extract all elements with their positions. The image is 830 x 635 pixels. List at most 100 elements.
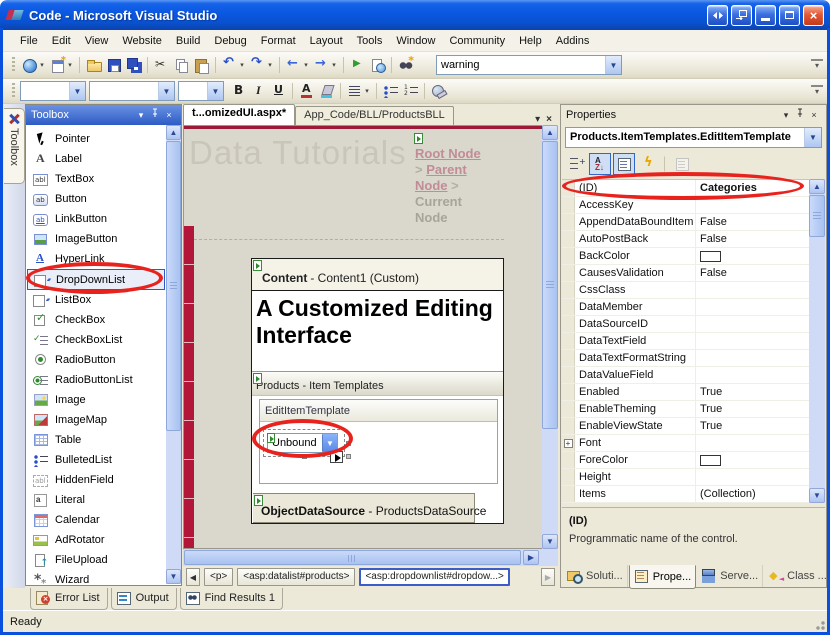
toolbox-item[interactable]: Wizard [27, 570, 165, 584]
resize-handle[interactable] [346, 441, 351, 446]
dropdownlist-control[interactable]: Unbound ▼ [267, 433, 338, 453]
style-combobox[interactable]: ▼ [20, 81, 86, 101]
menu-item[interactable]: Format [254, 32, 303, 50]
dropdown-chevron-icon[interactable]: ▼ [322, 434, 337, 452]
resize-grip[interactable] [813, 618, 826, 631]
panel-tab[interactable]: Find Results 1 [180, 588, 283, 610]
toolbar-button[interactable]: ▾ [292, 83, 294, 99]
toolbar-button[interactable]: ▾ [79, 57, 81, 73]
property-value[interactable] [696, 435, 811, 451]
toolbar-button[interactable]: ▾ [85, 55, 103, 75]
design-surface[interactable]: Data Tutorials Root Node > Parent Node >… [183, 125, 542, 549]
toolbox-item[interactable]: Calendar [27, 510, 165, 530]
toolbar-button[interactable]: ▾ [397, 55, 415, 75]
property-value[interactable] [696, 469, 811, 485]
property-row[interactable]: EnableTheming True [562, 401, 811, 418]
property-value[interactable] [696, 299, 811, 315]
toolbar-options-button[interactable]: ▾ [811, 85, 823, 97]
find-combobox-value[interactable]: warning [437, 59, 605, 71]
scroll-up-icon[interactable]: ▲ [809, 179, 825, 194]
property-value[interactable] [696, 367, 811, 383]
property-value[interactable]: Categories [696, 180, 811, 196]
combo-arrow-icon[interactable]: ▼ [804, 128, 821, 147]
toolbar-button[interactable]: ▾ [391, 57, 393, 73]
toolbar-button[interactable]: ▾ [105, 55, 123, 75]
auto-hide-pin-icon[interactable] [148, 108, 162, 122]
toolbar-button[interactable]: ▾ [318, 81, 336, 101]
tag-navigator-item[interactable]: <asp:datalist#products> [237, 568, 355, 586]
auto-hide-pin-icon[interactable] [793, 108, 807, 122]
toolbox-item[interactable]: ImageMap [27, 410, 165, 430]
property-value[interactable]: False [696, 214, 811, 230]
toolbox-header[interactable]: Toolbox ▾ × [26, 105, 181, 125]
toolbar-button[interactable]: ▾ [313, 55, 339, 75]
property-value[interactable]: False [696, 265, 811, 281]
toolbox-item[interactable]: CheckBoxList [27, 330, 165, 350]
scrollbar-thumb[interactable] [809, 195, 825, 237]
content-placeholder-header[interactable]: Content - Content1 (Custom) [252, 259, 503, 291]
property-row[interactable]: Items (Collection) [562, 486, 811, 503]
property-value[interactable]: True [696, 418, 811, 434]
property-row[interactable]: DataTextFormatString [562, 350, 811, 367]
scrollbar-thumb[interactable] [542, 141, 558, 429]
tag-navigator-item[interactable]: <p> [204, 568, 233, 586]
document-list-icon[interactable]: ▾ [535, 114, 540, 125]
edit-item-template-box[interactable]: EditItemTemplate Unbound ▼ [259, 399, 498, 484]
toolbar-button[interactable]: ▾ [285, 55, 311, 75]
property-row[interactable]: DataValueField [562, 367, 811, 384]
property-value[interactable] [696, 197, 811, 213]
toolbar-button[interactable]: ▾ [21, 55, 47, 75]
resize-handle[interactable] [302, 454, 307, 459]
property-value[interactable]: False [696, 231, 811, 247]
properties-scrollbar[interactable]: ▲ ▼ [809, 179, 825, 503]
properties-toolbar-button[interactable] [637, 153, 659, 175]
properties-toolbar-button[interactable] [613, 153, 635, 175]
toolbox-item[interactable]: Table [27, 430, 165, 450]
toolbar-grip[interactable] [12, 57, 15, 73]
toolbar-options-button[interactable]: ▾ [811, 59, 823, 71]
combo-arrow-icon[interactable]: ▼ [605, 56, 621, 74]
fontsize-combobox[interactable]: ▼ [178, 81, 224, 101]
toolbar-button[interactable]: ▾ [49, 55, 75, 75]
property-value[interactable] [696, 316, 811, 332]
toolbox-item[interactable]: Button [27, 189, 165, 209]
property-row[interactable]: AutoPostBack False [562, 231, 811, 248]
dropdown-arrow-icon[interactable]: ▾ [266, 61, 274, 69]
toolbox-item[interactable]: Literal [27, 490, 165, 510]
properties-toolbar-button[interactable] [671, 153, 693, 175]
menu-item[interactable]: Debug [207, 32, 253, 50]
close-button[interactable]: × [803, 5, 824, 26]
find-combobox[interactable]: warning ▼ [436, 55, 622, 75]
toolbar-button[interactable]: ▾ [249, 55, 275, 75]
toolbox-item[interactable]: Pointer [27, 129, 165, 149]
toolbar-button[interactable]: ▾ [279, 57, 281, 73]
pane-switch-button[interactable] [707, 5, 728, 26]
window-position-icon[interactable]: ▾ [779, 108, 793, 122]
toolbar-button[interactable]: ▾ [270, 81, 288, 101]
title-bar[interactable]: Code - Microsoft Visual Studio × [0, 0, 830, 30]
scroll-down-icon[interactable]: ▼ [809, 488, 825, 503]
property-row[interactable]: AppendDataBoundItem False [562, 214, 811, 231]
dropdown-arrow-icon[interactable]: ▾ [66, 61, 74, 69]
property-row[interactable]: Enabled True [562, 384, 811, 401]
properties-header[interactable]: Properties ▾ × [561, 105, 826, 125]
toolbar-button[interactable]: ▾ [349, 55, 367, 75]
toolbar-button[interactable]: ▾ [215, 57, 217, 73]
content-placeholder[interactable]: Content - Content1 (Custom) A Customized… [251, 258, 504, 524]
object-selector-combobox[interactable]: Products.ItemTemplates.EditItemTemplate … [565, 127, 822, 148]
properties-toolbar-button[interactable] [664, 156, 666, 172]
dock-button[interactable] [731, 5, 752, 26]
scroll-up-icon[interactable]: ▲ [542, 125, 558, 140]
menu-item[interactable]: View [78, 32, 116, 50]
combo-arrow-icon[interactable]: ▼ [158, 82, 174, 100]
menu-item[interactable]: Edit [45, 32, 78, 50]
tag-scroll-right-icon[interactable]: ▶ [541, 568, 555, 586]
scroll-up-icon[interactable]: ▲ [166, 125, 181, 140]
objectdatasource-control[interactable]: ObjectDataSource - ProductsDataSource [253, 493, 475, 523]
toolbox-item[interactable]: Image [27, 390, 165, 410]
property-row[interactable]: AccessKey [562, 197, 811, 214]
toolbar-button[interactable]: ▾ [424, 83, 426, 99]
panel-tab[interactable]: Error List [30, 588, 108, 610]
property-row[interactable]: Height [562, 469, 811, 486]
menu-item[interactable]: Website [115, 32, 169, 50]
